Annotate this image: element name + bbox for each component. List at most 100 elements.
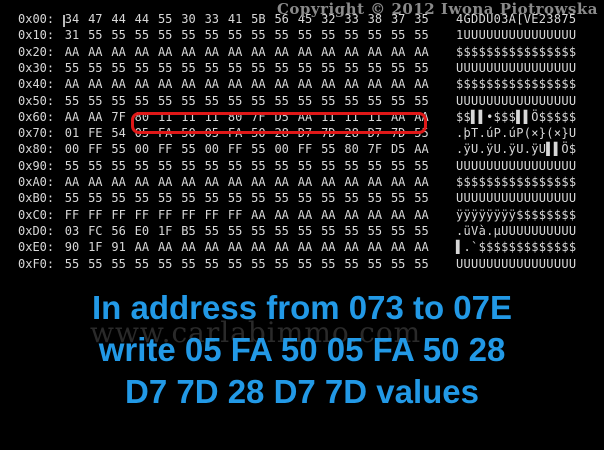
hex-byte[interactable]: AA [273,174,291,190]
hex-byte[interactable]: 55 [110,93,128,109]
hex-byte[interactable]: 55 [319,190,337,206]
hex-byte[interactable]: AA [343,76,361,92]
hex-byte[interactable]: AA [203,239,221,255]
hex-byte[interactable]: 55 [296,223,314,239]
hex-byte[interactable]: 55 [389,256,407,272]
hex-byte[interactable]: AA [273,207,291,223]
hex-byte[interactable]: AA [226,174,244,190]
hex-byte[interactable]: 56 [110,223,128,239]
hex-byte[interactable]: 55 [156,11,174,27]
hex-byte[interactable]: 55 [156,256,174,272]
hex-byte[interactable]: 01 [63,125,81,141]
hex-byte[interactable]: 55 [86,158,104,174]
hex-byte[interactable]: B5 [180,223,198,239]
hex-byte[interactable]: AA [226,44,244,60]
hex-byte[interactable]: 55 [180,141,198,157]
hex-byte[interactable]: 55 [63,93,81,109]
hex-byte[interactable]: AA [273,76,291,92]
hex-byte[interactable]: 55 [156,93,174,109]
hex-byte[interactable]: 55 [226,60,244,76]
hex-byte[interactable]: FF [180,207,198,223]
hex-byte[interactable]: FF [296,141,314,157]
hex-byte[interactable]: AA [296,207,314,223]
hex-byte[interactable]: 55 [86,27,104,43]
hex-byte[interactable]: 55 [296,60,314,76]
hex-byte[interactable]: 55 [273,256,291,272]
hex-byte[interactable]: 55 [226,223,244,239]
hex-byte[interactable]: 55 [319,60,337,76]
hex-byte[interactable]: AA [389,44,407,60]
hex-byte[interactable]: AA [413,174,431,190]
hex-byte[interactable]: AA [133,239,151,255]
hex-byte[interactable]: FC [86,223,104,239]
hex-byte[interactable]: 33 [203,11,221,27]
hex-byte[interactable]: 55 [343,190,361,206]
hex-byte[interactable]: AA [86,44,104,60]
hex-byte[interactable]: 55 [110,190,128,206]
hex-byte[interactable]: 55 [249,141,267,157]
hex-byte[interactable]: AA [63,44,81,60]
hex-byte[interactable]: 55 [366,27,384,43]
hex-byte[interactable]: 55 [203,60,221,76]
hex-byte[interactable]: FF [203,207,221,223]
hex-byte[interactable]: 55 [86,60,104,76]
hex-byte[interactable]: 55 [413,27,431,43]
hex-byte[interactable]: AA [86,109,104,125]
hex-byte[interactable]: 55 [249,223,267,239]
hex-byte[interactable]: AA [249,239,267,255]
hex-byte[interactable]: AA [366,207,384,223]
hex-byte[interactable]: 34 [63,11,81,27]
hex-byte[interactable]: AA [366,174,384,190]
hex-byte[interactable]: AA [249,174,267,190]
hex-byte[interactable]: 55 [63,190,81,206]
hex-byte[interactable]: 30 [180,11,198,27]
hex-byte[interactable]: 00 [133,141,151,157]
hex-byte[interactable]: 55 [413,60,431,76]
hex-byte[interactable]: AA [156,44,174,60]
hex-byte[interactable]: 55 [389,60,407,76]
hex-byte[interactable]: 55 [366,60,384,76]
hex-byte[interactable]: 55 [86,190,104,206]
hex-byte[interactable]: 1F [86,239,104,255]
hex-byte[interactable]: 55 [273,93,291,109]
hex-byte[interactable]: 55 [249,60,267,76]
hex-byte[interactable]: 55 [366,190,384,206]
hex-byte[interactable]: 55 [249,158,267,174]
hex-byte[interactable]: 55 [343,60,361,76]
hex-byte[interactable]: AA [156,76,174,92]
hex-byte[interactable]: AA [63,174,81,190]
hex-byte[interactable]: AA [226,76,244,92]
hex-byte[interactable]: AA [86,174,104,190]
hex-byte[interactable]: FF [226,141,244,157]
hex-byte[interactable]: 55 [296,93,314,109]
hex-byte[interactable]: AA [296,239,314,255]
hex-byte[interactable]: 55 [413,223,431,239]
hex-byte[interactable]: FF [63,207,81,223]
hex-byte[interactable]: 55 [110,60,128,76]
hex-byte[interactable]: 55 [133,158,151,174]
hex-byte[interactable]: AA [110,76,128,92]
hex-byte[interactable]: 55 [133,27,151,43]
hex-byte[interactable]: AA [413,76,431,92]
hex-byte[interactable]: FF [110,207,128,223]
hex-byte[interactable]: AA [63,109,81,125]
hex-byte[interactable]: AA [249,207,267,223]
hex-byte[interactable]: AA [156,174,174,190]
hex-byte[interactable]: 55 [203,256,221,272]
hex-byte[interactable]: 55 [319,223,337,239]
hex-byte[interactable]: AA [133,44,151,60]
hex-byte[interactable]: AA [413,141,431,157]
hex-byte[interactable]: 55 [343,256,361,272]
hex-byte[interactable]: 55 [389,190,407,206]
hex-byte[interactable]: AA [366,44,384,60]
hex-byte[interactable]: AA [413,239,431,255]
hex-byte[interactable]: 7F [366,141,384,157]
hex-byte[interactable]: 55 [249,27,267,43]
hex-byte[interactable]: 55 [273,60,291,76]
hex-byte[interactable]: 55 [273,27,291,43]
hex-byte[interactable]: FF [226,207,244,223]
hex-byte[interactable]: 55 [226,93,244,109]
hex-byte[interactable]: 44 [133,11,151,27]
hex-byte[interactable]: AA [203,44,221,60]
hex-byte[interactable]: 55 [296,158,314,174]
